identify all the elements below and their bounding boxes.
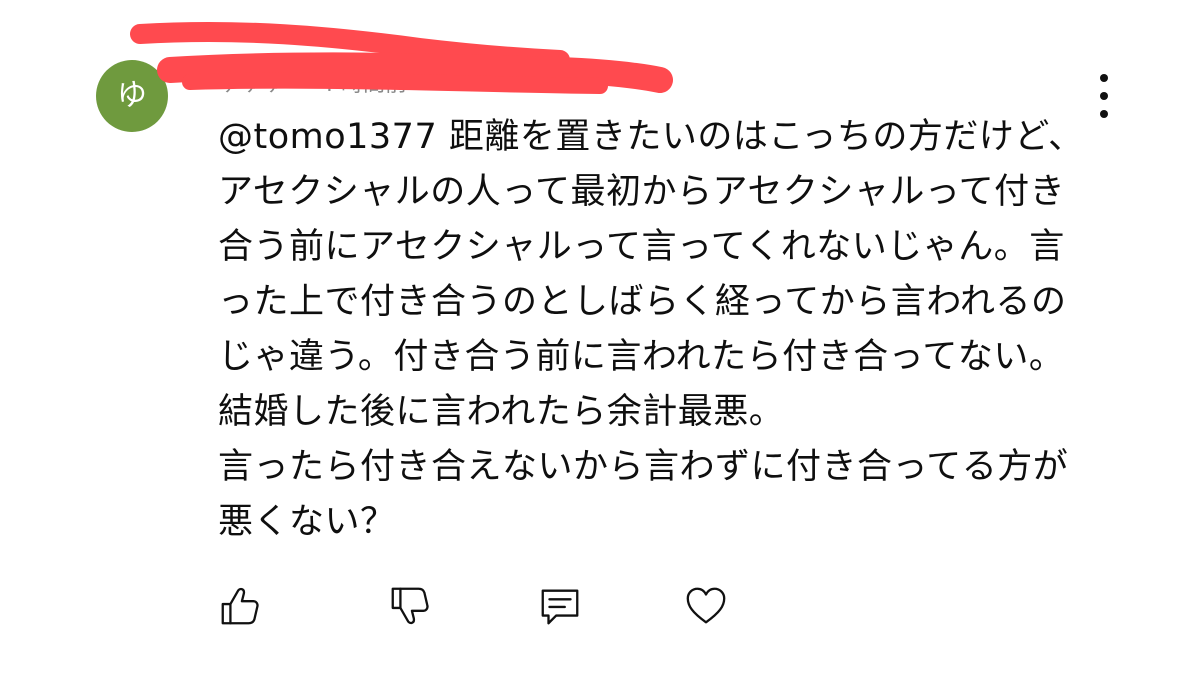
comment-meta: ゆゆゆ ・ 4 時間前 — [218, 70, 678, 100]
comment-actions — [214, 580, 734, 632]
comment-time: ・ 4 時間前 — [291, 72, 407, 97]
heart-icon — [686, 587, 726, 624]
avatar-letter: ゆ — [117, 78, 147, 113]
comment-paragraph-2: 言ったら付き合えないから言わずに付き合ってる方が悪くない？ — [218, 447, 1069, 542]
comment-icon — [541, 589, 579, 625]
comment-card: ゆ ゆゆゆ ・ 4 時間前 @tomo1377 距離を置きたいのはこっちの方だけ… — [0, 0, 1179, 673]
comment-paragraph-1: @tomo1377 距離を置きたいのはこっちの方だけど、アセクシャルの人って最初… — [218, 117, 1084, 432]
author-name[interactable]: ゆゆゆ — [218, 70, 284, 100]
avatar[interactable]: ゆ — [96, 60, 168, 132]
comment-body: @tomo1377 距離を置きたいのはこっちの方だけど、アセクシャルの人って最初… — [218, 110, 1098, 550]
dislike-button[interactable] — [384, 580, 436, 632]
more-vertical-icon — [1100, 74, 1108, 82]
like-button[interactable] — [214, 580, 266, 632]
heart-button[interactable] — [680, 580, 732, 632]
reply-button[interactable] — [534, 580, 586, 632]
thumbs-down-icon — [391, 587, 429, 625]
thumbs-up-icon — [221, 587, 259, 625]
